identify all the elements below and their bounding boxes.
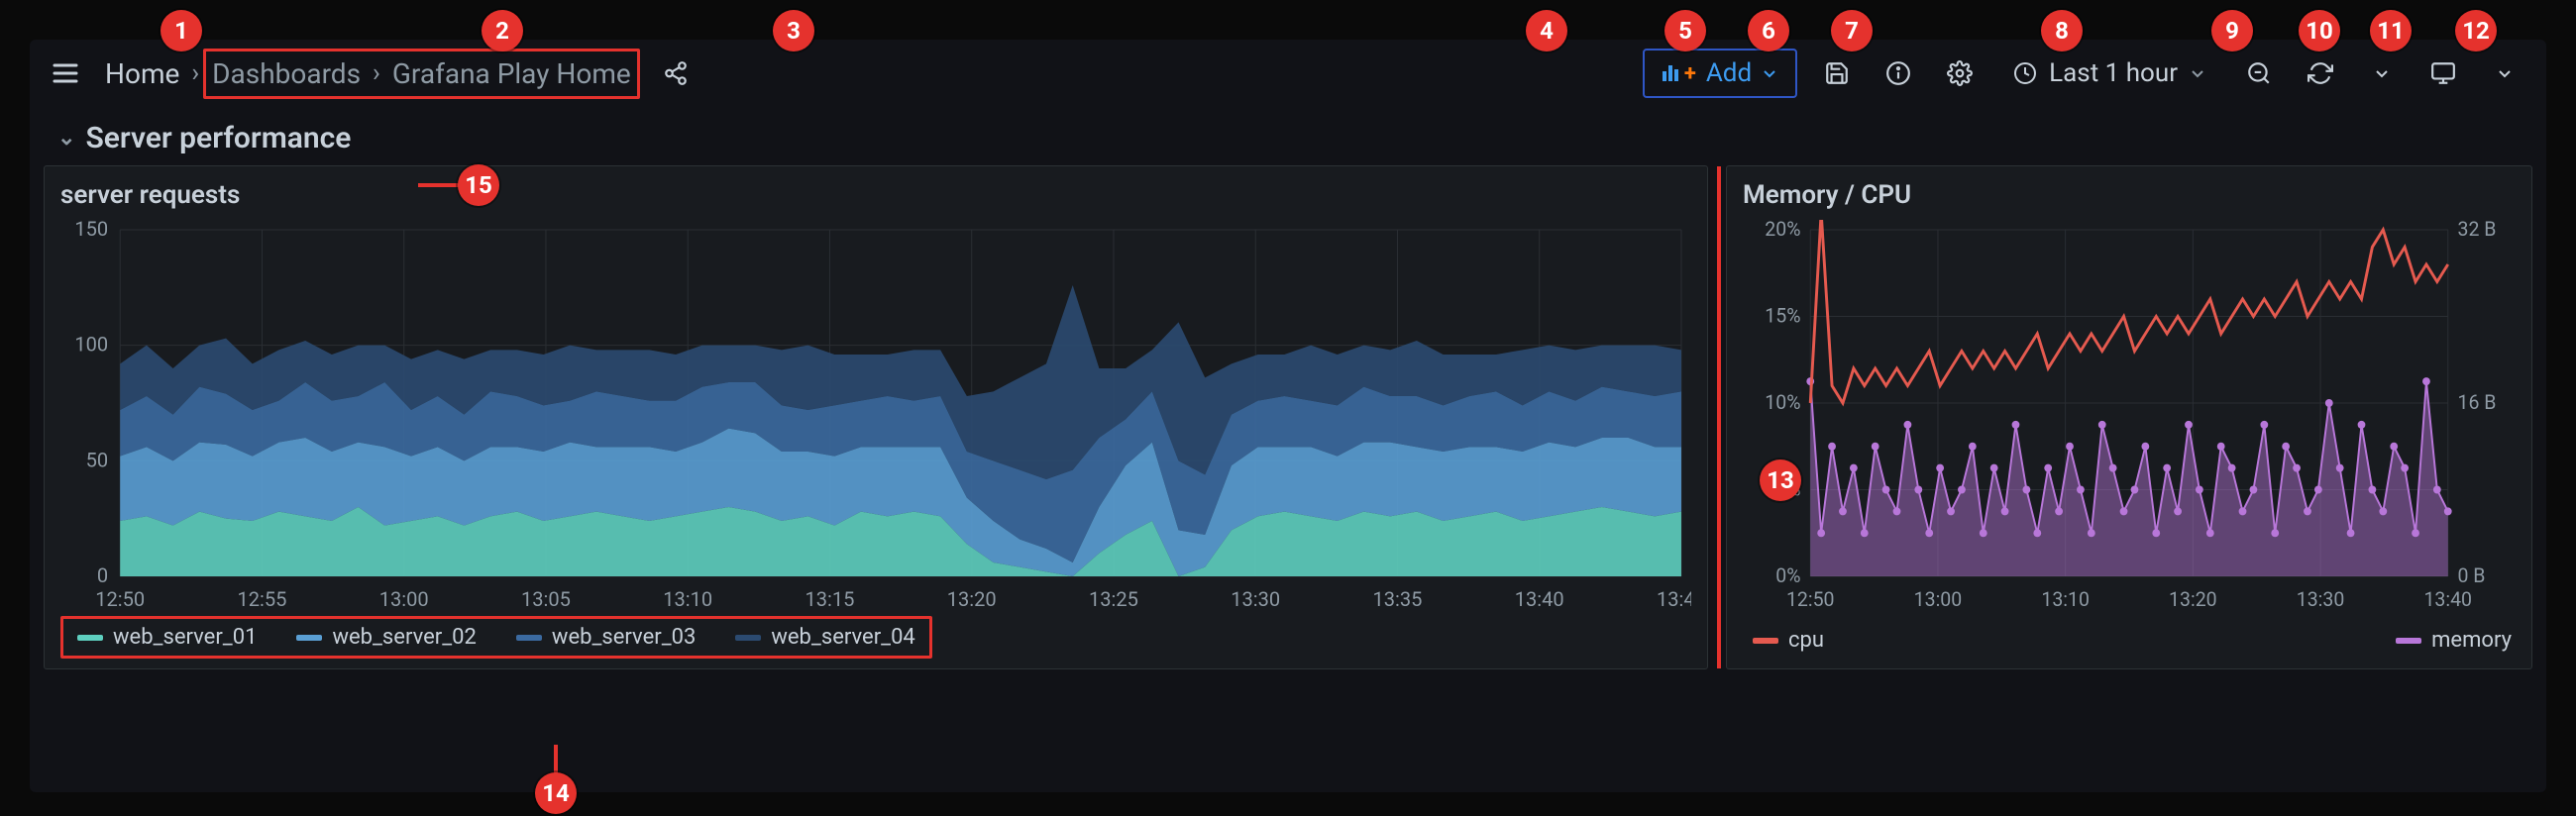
svg-text:20%: 20% xyxy=(1765,220,1800,241)
panel-icon xyxy=(1663,65,1678,81)
time-picker[interactable]: Last 1 hour xyxy=(1999,52,2219,94)
refresh-button[interactable] xyxy=(2299,51,2342,95)
annotation-marker-13: 13 xyxy=(1760,459,1801,501)
annotation-marker-2: 2 xyxy=(482,10,523,51)
annotation-marker-15: 15 xyxy=(458,164,499,206)
svg-text:32 B: 32 B xyxy=(2458,220,2497,241)
svg-text:13:40: 13:40 xyxy=(2423,588,2472,611)
annotation-marker-7: 7 xyxy=(1831,10,1873,51)
svg-text:13:25: 13:25 xyxy=(1089,587,1138,611)
add-label: Add xyxy=(1706,58,1752,88)
top-bar: Home › Dashboards › Grafana Play Home + … xyxy=(30,40,2546,107)
clock-icon xyxy=(2013,61,2037,85)
settings-button[interactable] xyxy=(1938,51,1982,95)
chart-memory-cpu[interactable]: 0%5%10%15%20%0 B16 B32 B12:5013:0013:101… xyxy=(1743,220,2516,616)
legend-server-requests: web_server_01 web_server_02 web_server_0… xyxy=(60,616,932,659)
svg-text:13:15: 13:15 xyxy=(805,587,854,611)
chart-server-requests[interactable]: 0 50 100 150 12:50 12:55 13:00 13:05 13:10 13:15 1… xyxy=(60,220,1691,616)
breadcrumb-sep: › xyxy=(369,58,384,88)
share-button[interactable] xyxy=(656,53,696,93)
breadcrumb-dashboards[interactable]: Dashboards xyxy=(212,53,369,94)
breadcrumb-current[interactable]: Grafana Play Home xyxy=(384,53,631,94)
panel-row: server requests 0 50 100 150 12:50 12:55 13:00… xyxy=(30,165,2546,669)
annotation-marker-10: 10 xyxy=(2299,10,2340,51)
add-panel-button[interactable]: + Add xyxy=(1643,49,1797,98)
legend-item[interactable]: web_server_01 xyxy=(77,625,257,650)
annotation-marker-3: 3 xyxy=(773,10,814,51)
annotation-marker-12: 12 xyxy=(2455,10,2497,51)
legend-item[interactable]: web_server_03 xyxy=(516,625,696,650)
svg-text:13:10: 13:10 xyxy=(2041,588,2090,611)
svg-text:13:40: 13:40 xyxy=(1515,587,1564,611)
svg-text:150: 150 xyxy=(74,220,108,241)
annotation-marker-6: 6 xyxy=(1748,10,1789,51)
legend-memory-cpu: cpu memory xyxy=(1743,616,2516,657)
zoom-out-button[interactable] xyxy=(2237,51,2281,95)
svg-text:13:30: 13:30 xyxy=(2297,588,2345,611)
svg-text:15%: 15% xyxy=(1765,304,1800,327)
svg-text:13:00: 13:00 xyxy=(1914,588,1963,611)
legend-item[interactable]: web_server_04 xyxy=(735,625,914,650)
breadcrumb-sep: › xyxy=(187,58,203,88)
menu-button[interactable] xyxy=(50,57,81,89)
legend-item-cpu[interactable]: cpu xyxy=(1753,628,1824,653)
annotation-marker-9: 9 xyxy=(2211,10,2253,51)
svg-text:10%: 10% xyxy=(1765,391,1800,414)
svg-text:13:35: 13:35 xyxy=(1372,587,1422,611)
legend-item-memory[interactable]: memory xyxy=(2396,628,2512,653)
annotation-marker-1: 1 xyxy=(161,10,202,51)
annotation-marker-8: 8 xyxy=(2041,10,2083,51)
svg-text:13:00: 13:00 xyxy=(379,587,429,611)
plus-icon: + xyxy=(1684,61,1696,86)
breadcrumb-group-highlight: Dashboards › Grafana Play Home xyxy=(203,49,640,99)
dashboard-app: Home › Dashboards › Grafana Play Home + … xyxy=(30,40,2546,792)
annotation-marker-4: 4 xyxy=(1526,10,1567,51)
breadcrumb-home[interactable]: Home xyxy=(97,53,187,94)
svg-text:13:30: 13:30 xyxy=(1231,587,1280,611)
svg-text:12:50: 12:50 xyxy=(1786,588,1835,611)
panel-server-requests[interactable]: server requests 0 50 100 150 12:50 12:55 13:00… xyxy=(44,165,1708,669)
info-button[interactable] xyxy=(1877,51,1920,95)
view-mode-button[interactable] xyxy=(2421,51,2465,95)
svg-text:13:10: 13:10 xyxy=(663,587,712,611)
row-header[interactable]: ⌄ Server performance xyxy=(30,107,2546,165)
panel-memory-cpu[interactable]: Memory / CPU 0%5%10%15%20%0 B16 B32 B12:… xyxy=(1726,165,2532,669)
toolbar-right: + Add Last 1 hour xyxy=(1643,49,2526,98)
refresh-interval-button[interactable] xyxy=(2360,51,2404,95)
annotation-marker-14: 14 xyxy=(535,772,577,814)
legend-item[interactable]: web_server_02 xyxy=(296,625,476,650)
panel-title: Memory / CPU xyxy=(1743,180,2516,210)
svg-text:16 B: 16 B xyxy=(2458,391,2497,414)
annotation-line xyxy=(554,745,558,774)
svg-text:0: 0 xyxy=(97,563,108,587)
view-mode-chevron[interactable] xyxy=(2483,51,2526,95)
row-title: Server performance xyxy=(85,121,351,155)
chevron-down-icon xyxy=(2190,65,2205,81)
svg-text:50: 50 xyxy=(86,448,109,471)
svg-text:0%: 0% xyxy=(1775,564,1800,587)
svg-text:100: 100 xyxy=(74,333,108,357)
svg-text:0 B: 0 B xyxy=(2458,564,2486,587)
chevron-down-icon xyxy=(1762,65,1777,81)
svg-text:12:50: 12:50 xyxy=(95,587,145,611)
svg-text:13:20: 13:20 xyxy=(947,587,997,611)
svg-text:13:45: 13:45 xyxy=(1657,587,1691,611)
annotation-marker-11: 11 xyxy=(2370,10,2412,51)
svg-text:13:20: 13:20 xyxy=(2169,588,2217,611)
annotation-marker-5: 5 xyxy=(1664,10,1706,51)
svg-text:12:55: 12:55 xyxy=(238,587,287,611)
annotation-line xyxy=(418,183,460,187)
time-label: Last 1 hour xyxy=(2049,58,2178,88)
save-button[interactable] xyxy=(1815,51,1859,95)
svg-text:13:05: 13:05 xyxy=(521,587,571,611)
chevron-down-icon: ⌄ xyxy=(57,126,75,151)
panel-title: server requests xyxy=(60,180,1691,210)
